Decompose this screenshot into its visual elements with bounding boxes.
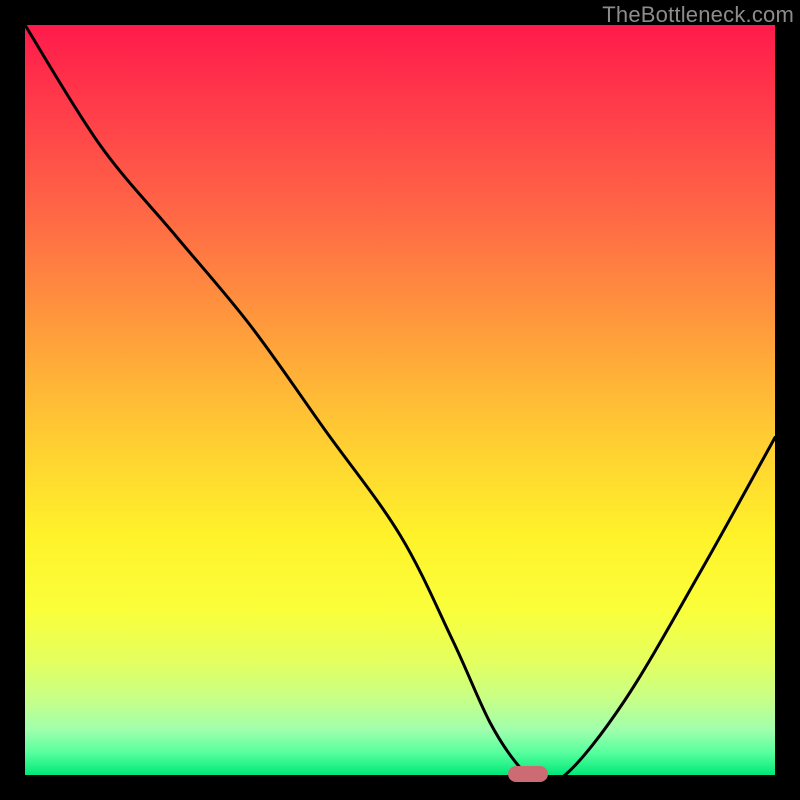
bottleneck-curve [25, 25, 775, 775]
chart-frame: TheBottleneck.com [0, 0, 800, 800]
curve-svg [25, 25, 775, 775]
watermark-text: TheBottleneck.com [602, 2, 794, 28]
optimal-marker [508, 766, 548, 782]
plot-area [25, 25, 775, 775]
